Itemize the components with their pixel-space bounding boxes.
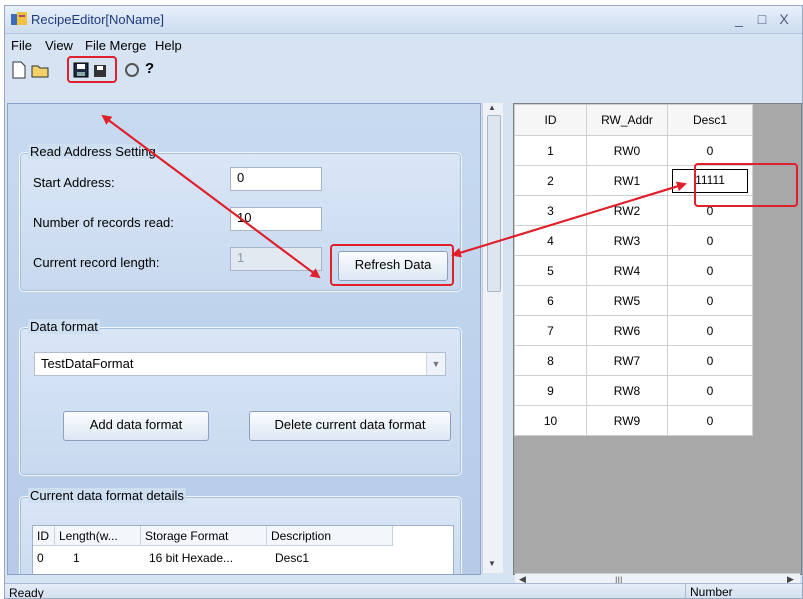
grid-cell[interactable]: 0: [667, 345, 753, 376]
details-grid[interactable]: ID Length(w... Storage Format Descriptio…: [32, 525, 454, 574]
grid-cell[interactable]: 0: [667, 285, 753, 316]
details-col-id[interactable]: ID: [33, 526, 55, 546]
refresh-icon[interactable]: [123, 60, 141, 80]
records-count-label: Number of records read:: [33, 215, 174, 230]
grid-header-row: ID RW_Addr Desc1: [514, 104, 753, 136]
add-data-format-button[interactable]: Add data format: [63, 411, 209, 441]
scroll-thumb[interactable]: [487, 115, 501, 292]
read-address-group: Read Address Setting Start Address: 0 Nu…: [19, 144, 462, 292]
grid-row[interactable]: 10 RW9 0: [514, 405, 753, 436]
details-group-label: Current data format details: [28, 488, 186, 503]
data-format-select[interactable]: TestDataFormat ▼: [34, 352, 446, 376]
grid-cell[interactable]: RW4: [586, 255, 668, 286]
grid-cell[interactable]: 1: [514, 135, 587, 166]
grid-cell[interactable]: 10: [514, 405, 587, 436]
details-col-length[interactable]: Length(w...: [55, 526, 141, 546]
grid-cell[interactable]: RW8: [586, 375, 668, 406]
cell-highlight: [694, 163, 798, 207]
grid-cell[interactable]: 2: [514, 165, 587, 196]
details-col-description[interactable]: Description: [267, 526, 393, 546]
start-address-label: Start Address:: [33, 175, 115, 190]
maximize-button[interactable]: □: [753, 10, 771, 28]
menu-view[interactable]: View: [45, 38, 73, 53]
details-cell-length: 1: [73, 551, 80, 565]
read-address-group-label: Read Address Setting: [28, 144, 158, 159]
grid-cell[interactable]: 0: [667, 315, 753, 346]
minimize-button[interactable]: _: [730, 10, 748, 28]
grid-cell[interactable]: RW7: [586, 345, 668, 376]
settings-panel: Read Address Setting Start Address: 0 Nu…: [7, 103, 481, 575]
scroll-down-icon[interactable]: ▼: [488, 559, 496, 568]
status-bar: Ready Number: [5, 583, 802, 599]
grid-cell[interactable]: RW3: [586, 225, 668, 256]
record-length-label: Current record length:: [33, 255, 160, 270]
window-title: RecipeEditor[NoName]: [31, 12, 164, 27]
menu-bar: File View File Merge Help: [5, 34, 802, 56]
details-col-storage[interactable]: Storage Format: [141, 526, 267, 546]
grid-cell[interactable]: RW6: [586, 315, 668, 346]
help-icon[interactable]: ?: [145, 60, 163, 80]
open-icon[interactable]: [31, 60, 49, 80]
status-ready: Ready: [9, 586, 44, 599]
recipe-editor-window: RecipeEditor[NoName] _ □ X File View Fil…: [4, 5, 803, 599]
grid-col-desc1[interactable]: Desc1: [667, 104, 753, 136]
grid-row[interactable]: 1 RW0 0: [514, 135, 753, 166]
app-icon: [11, 12, 27, 25]
grid-col-id[interactable]: ID: [514, 104, 587, 136]
grid-cell[interactable]: 0: [667, 405, 753, 436]
start-address-input[interactable]: 0: [230, 167, 322, 191]
details-cell-description: Desc1: [275, 551, 310, 565]
grid-cell[interactable]: 0: [667, 135, 753, 166]
grid-cell[interactable]: 0: [667, 225, 753, 256]
grid-row[interactable]: 8 RW7 0: [514, 345, 753, 376]
refresh-highlight: [330, 244, 454, 286]
grid-row[interactable]: 6 RW5 0: [514, 285, 753, 316]
grid-cell[interactable]: 6: [514, 285, 587, 316]
grid-cell[interactable]: 3: [514, 195, 587, 226]
records-count-input[interactable]: 10: [230, 207, 322, 231]
details-cell-storage: 16 bit Hexade...: [149, 551, 234, 565]
close-button[interactable]: X: [775, 10, 793, 28]
grid-row[interactable]: 9 RW8 0: [514, 375, 753, 406]
left-vertical-scrollbar[interactable]: ▲ ▼: [482, 103, 503, 573]
data-format-group: Data format TestDataFormat ▼ Add data fo…: [19, 319, 462, 476]
grid-cell[interactable]: RW0: [586, 135, 668, 166]
grid-cell[interactable]: RW5: [586, 285, 668, 316]
save-highlight: [67, 56, 117, 83]
data-format-group-label: Data format: [28, 319, 100, 334]
grid-cell[interactable]: 5: [514, 255, 587, 286]
record-length-input: 1: [230, 247, 322, 271]
menu-file-merge[interactable]: File Merge: [85, 38, 146, 53]
delete-data-format-button[interactable]: Delete current data format: [249, 411, 451, 441]
grid-cell[interactable]: 0: [667, 255, 753, 286]
grid-cell[interactable]: 7: [514, 315, 587, 346]
scroll-up-icon[interactable]: ▲: [488, 103, 496, 112]
grid-cell[interactable]: 8: [514, 345, 587, 376]
recipe-grid[interactable]: ID RW_Addr Desc1 1 RW0 0 2 RW1 11111 3 RW2 0 4…: [514, 104, 753, 436]
grid-cell[interactable]: RW1: [586, 165, 668, 196]
grid-cell[interactable]: RW9: [586, 405, 668, 436]
grid-cell[interactable]: RW2: [586, 195, 668, 226]
data-format-selected: TestDataFormat: [41, 356, 134, 371]
grid-cell[interactable]: 0: [667, 375, 753, 406]
grid-row[interactable]: 4 RW3 0: [514, 225, 753, 256]
menu-file[interactable]: File: [11, 38, 32, 53]
grid-row[interactable]: 7 RW6 0: [514, 315, 753, 346]
dropdown-arrow-icon[interactable]: ▼: [426, 353, 445, 375]
recipe-grid-panel: ID RW_Addr Desc1 1 RW0 0 2 RW1 11111 3 RW2 0 4…: [513, 103, 802, 575]
title-bar: RecipeEditor[NoName] _ □ X: [5, 6, 802, 34]
grid-col-rw-addr[interactable]: RW_Addr: [586, 104, 668, 136]
grid-cell[interactable]: 4: [514, 225, 587, 256]
menu-help[interactable]: Help: [155, 38, 182, 53]
new-icon[interactable]: [10, 60, 28, 80]
status-number: Number: [685, 584, 760, 598]
toolbar: ?: [5, 56, 802, 84]
details-cell-id: 0: [37, 551, 44, 565]
grid-cell[interactable]: 9: [514, 375, 587, 406]
grid-row[interactable]: 5 RW4 0: [514, 255, 753, 286]
